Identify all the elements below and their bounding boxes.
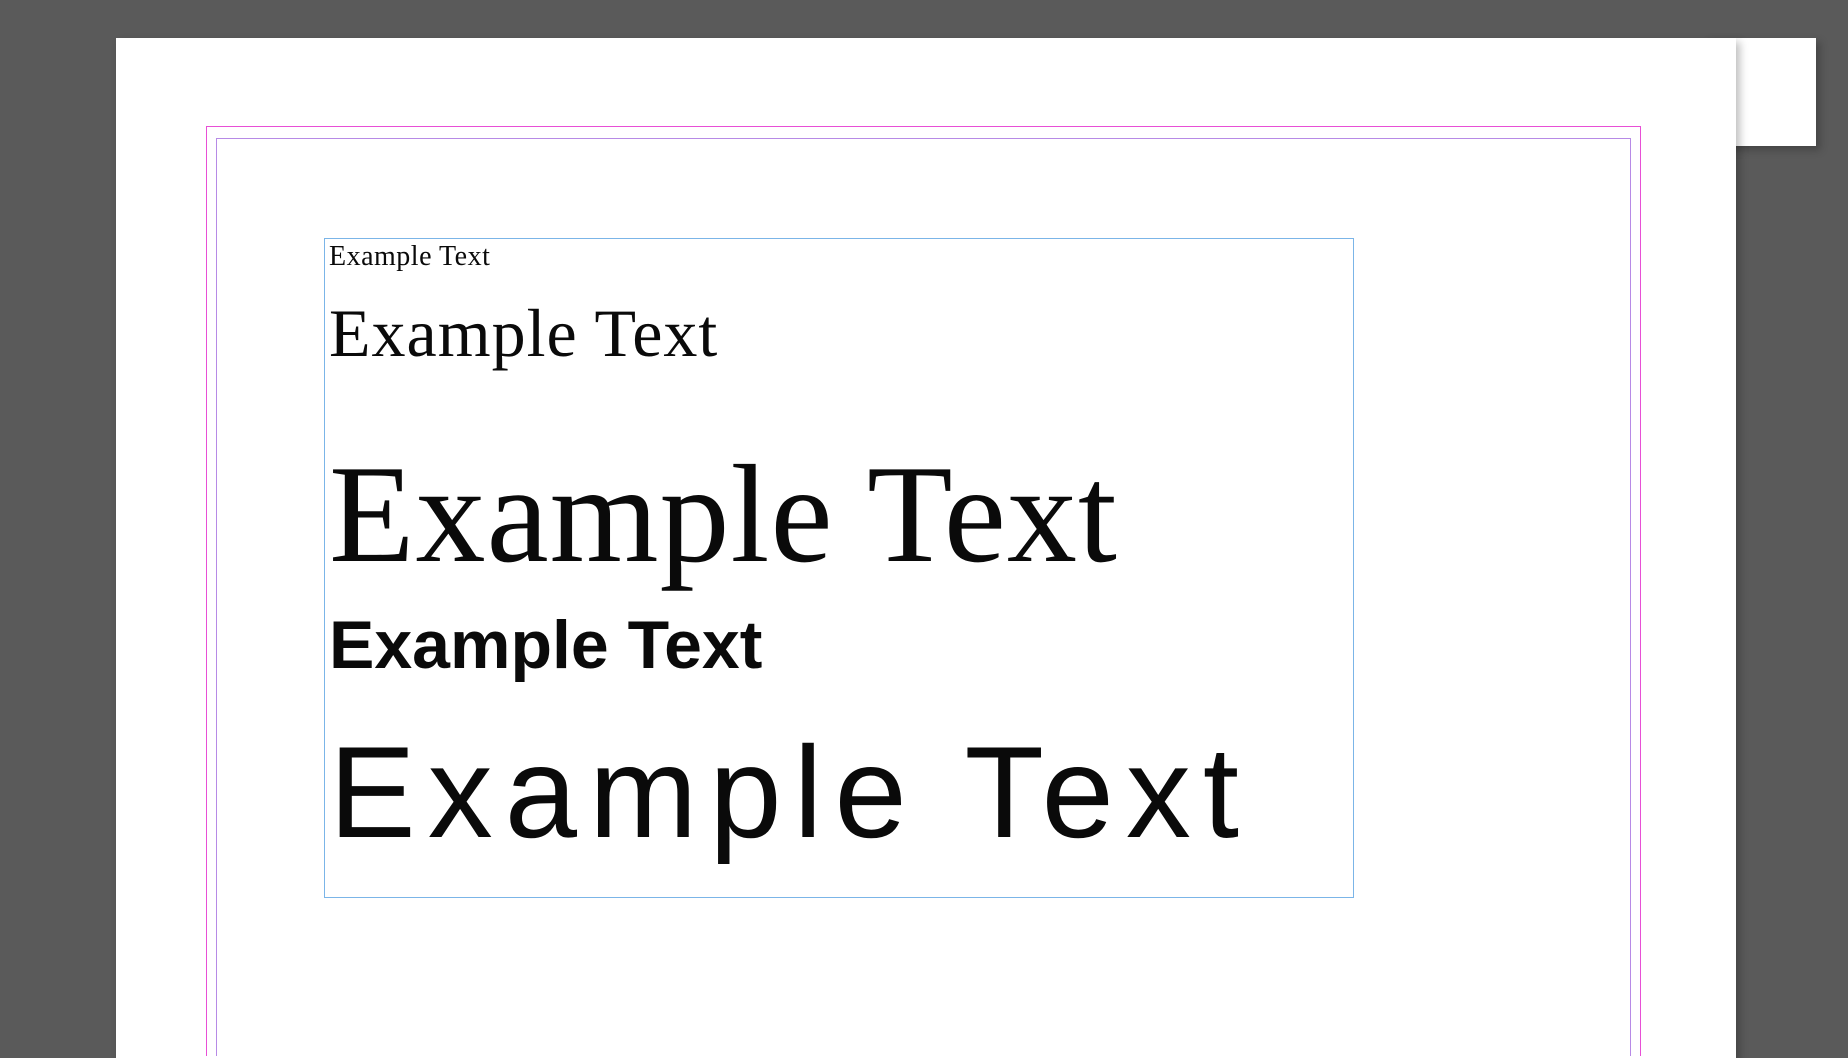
text-line-3[interactable]: Example Text: [329, 445, 1353, 585]
text-line-1[interactable]: Example Text: [329, 243, 1353, 271]
text-frame[interactable]: Example Text Example Text Example Text E…: [324, 238, 1354, 898]
text-line-5[interactable]: Example Text: [329, 727, 1353, 857]
page-container: Example Text Example Text Example Text E…: [116, 38, 1736, 1058]
document-page[interactable]: Example Text Example Text Example Text E…: [116, 38, 1736, 1058]
text-line-4[interactable]: Example Text: [329, 611, 1353, 679]
text-line-2[interactable]: Example Text: [329, 299, 1353, 367]
pasteboard: Example Text Example Text Example Text E…: [0, 0, 1848, 1055]
